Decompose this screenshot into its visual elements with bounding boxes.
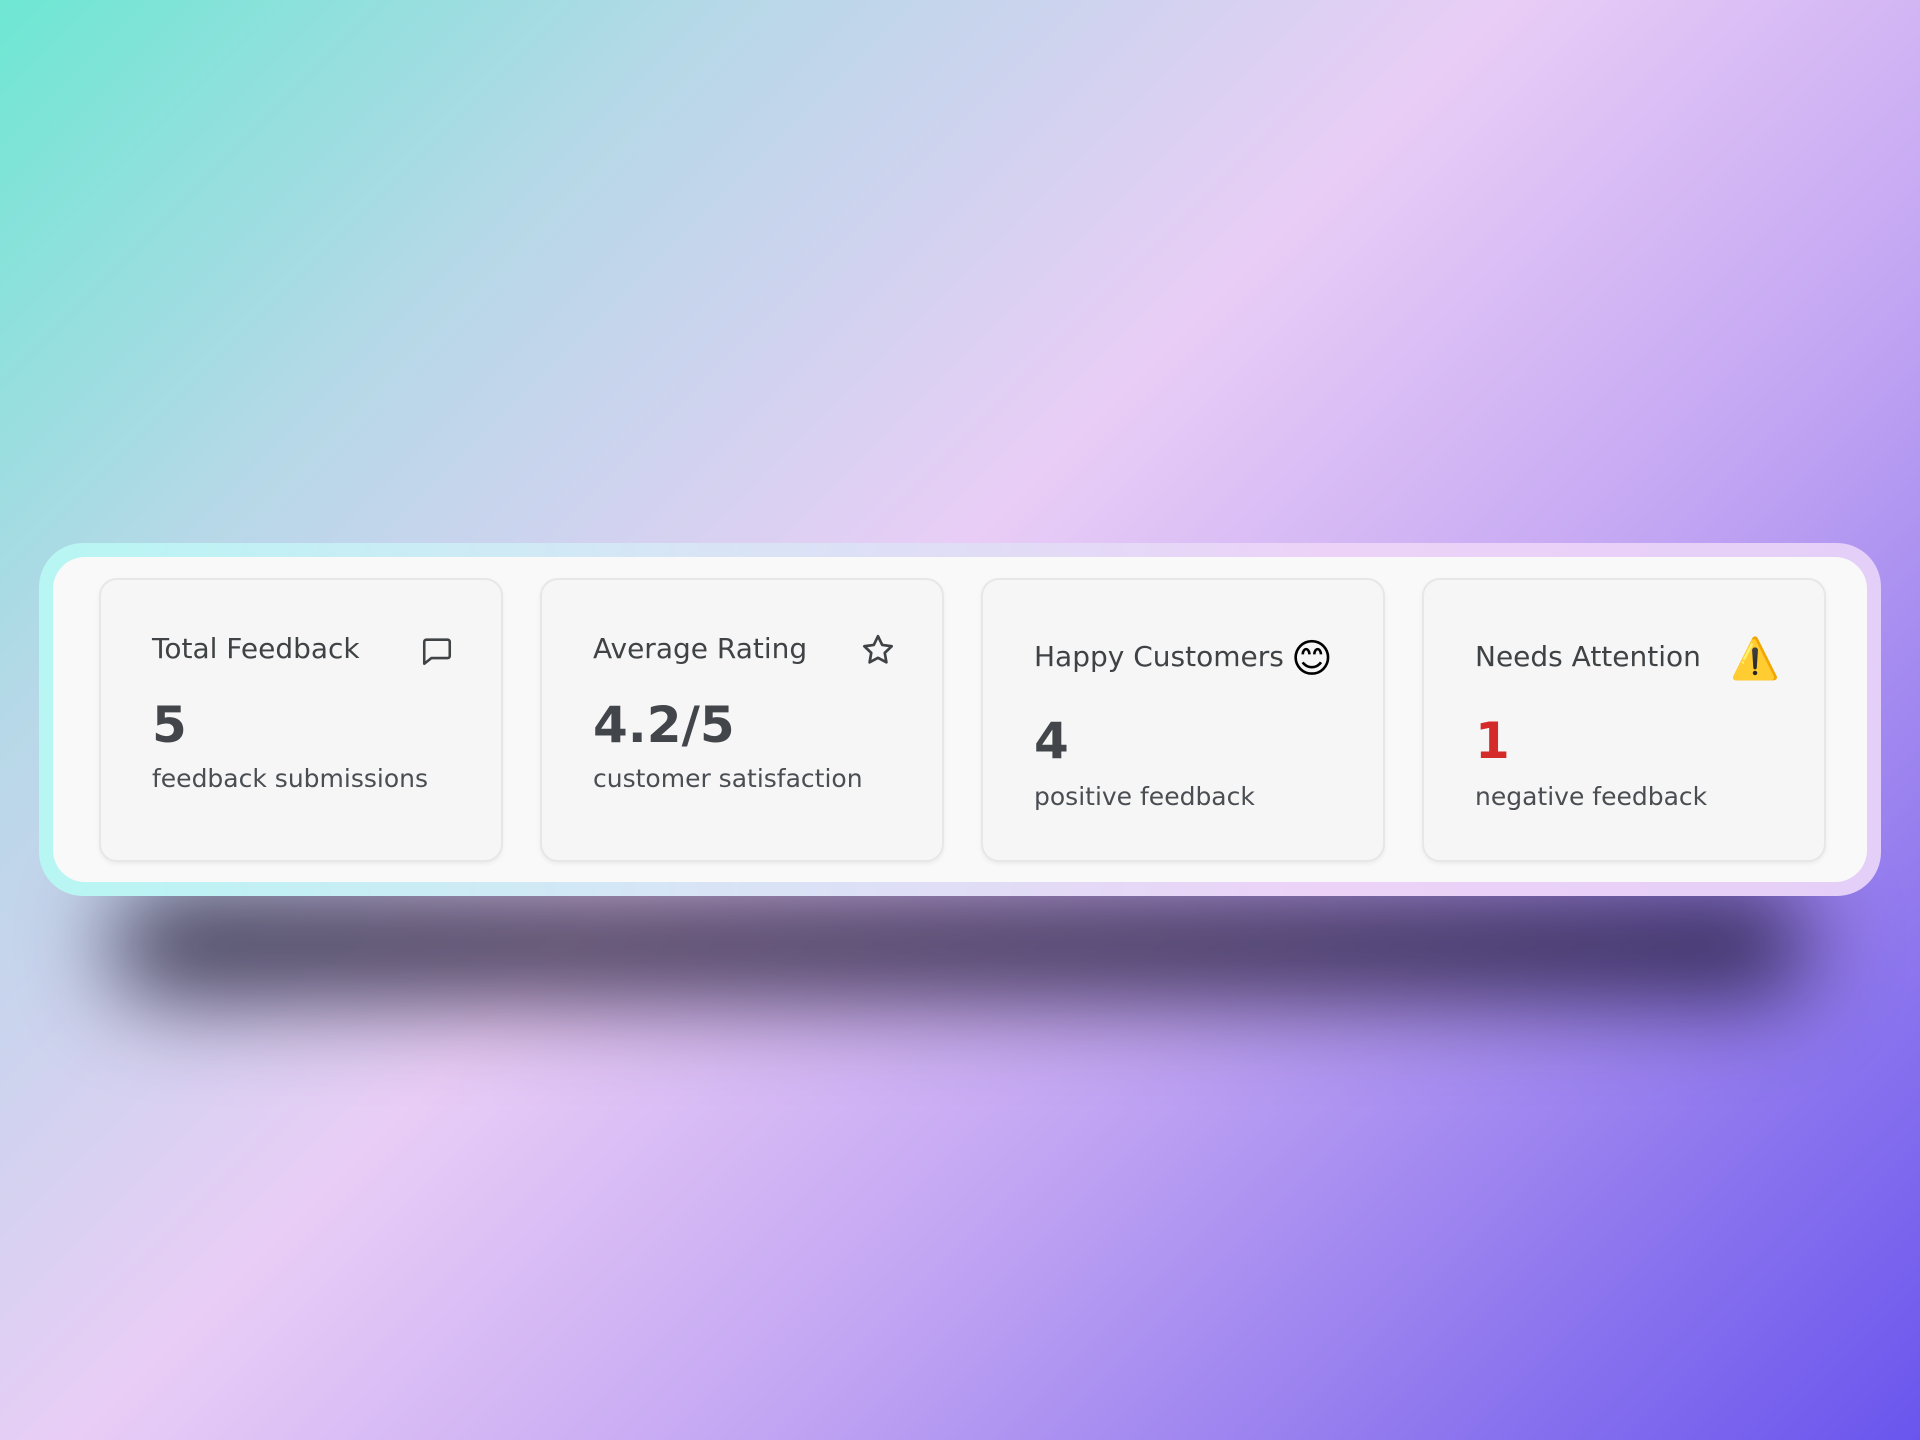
star-icon [860,632,896,672]
stat-card-subtitle: positive feedback [1034,782,1255,811]
stat-card-title: Total Feedback [152,632,360,665]
panel-shadow [110,890,1810,1000]
stat-card-total-feedback: Total Feedback 5 feedback submissions [99,578,503,862]
stat-card-value: 4 [1034,712,1069,770]
stat-card-title: Average Rating [593,632,808,665]
stat-card-average-rating: Average Rating 4.2/5 customer satisfacti… [540,578,944,862]
stat-card-title: Happy Customers [1034,640,1284,673]
warning-icon: ⚠️ [1730,636,1780,682]
stat-card-subtitle: customer satisfaction [593,764,863,793]
stat-card-needs-attention: Needs Attention ⚠️ 1 negative feedback [1422,578,1826,862]
stat-card-value: 4.2/5 [593,696,735,754]
smiling-face-icon: 😊 [1291,636,1333,682]
stat-card-subtitle: negative feedback [1475,782,1708,811]
message-square-icon [420,634,454,672]
stat-card-title: Needs Attention [1475,640,1701,673]
stat-card-value-alert: 1 [1475,712,1510,770]
stat-card-value: 5 [152,696,187,754]
stat-card-happy-customers: Happy Customers 😊 4 positive feedback [981,578,1385,862]
stat-card-subtitle: feedback submissions [152,764,428,793]
